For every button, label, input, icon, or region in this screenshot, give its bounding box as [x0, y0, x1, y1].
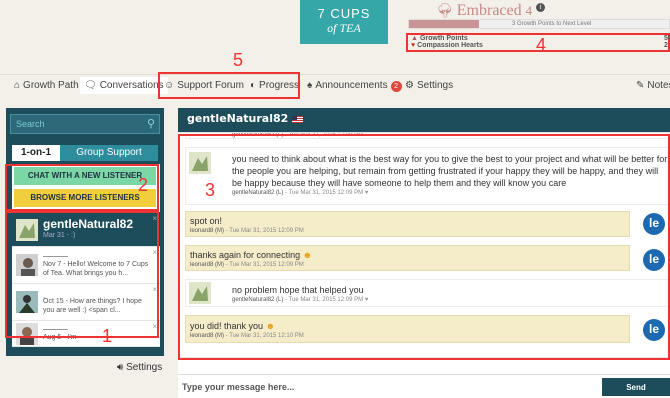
tab-group-support[interactable]: Group Support	[60, 145, 158, 161]
heart-icon: ♥	[411, 42, 416, 49]
title-text: gentleNatural82	[187, 112, 289, 125]
annotation-4: 4	[536, 35, 547, 55]
bell-icon: ♠	[307, 80, 313, 91]
composer: Send	[178, 374, 670, 398]
tree-icon: 🌳︎	[436, 4, 454, 19]
search-box: ⚲	[10, 114, 160, 134]
logo[interactable]: 7 CUPS of TEA	[300, 0, 388, 44]
rank-level: 4	[525, 3, 533, 18]
stat-value: 50	[664, 35, 670, 42]
gear-icon: ⚙	[405, 80, 414, 91]
growth-progress-bar: 3 Growth Points to Next Level	[408, 19, 670, 29]
annotation-2: 2	[138, 175, 149, 195]
annotation-box-3	[178, 134, 670, 360]
nav-growth-path[interactable]: ⌂ Growth Path	[14, 80, 79, 91]
nav-label: Conversations	[99, 80, 164, 91]
stat-growth-points: ▲ Growth Points 50	[411, 35, 670, 42]
logo-line2: of TEA	[327, 21, 361, 35]
annotation-3: 3	[205, 180, 216, 200]
growth-progress-fill	[409, 20, 480, 28]
nav-conversations[interactable]: 🗨︎ Conversations	[80, 77, 168, 94]
info-icon[interactable]: i	[536, 2, 546, 12]
us-flag-icon	[292, 115, 304, 123]
speaker-icon: 🔊︎	[117, 362, 124, 373]
nav-label: Settings	[416, 80, 454, 91]
conversation-tabs: 1-on-1 Group Support	[12, 145, 160, 161]
nav-label: Growth Path	[23, 80, 79, 91]
stat-compassion-hearts: ♥ Compassion Hearts 2	[411, 42, 668, 49]
rank-name: Embraced	[456, 2, 522, 19]
main-nav: ⌂ Growth Path 🗨︎ Conversations ☺ Support Fo…	[0, 74, 670, 98]
annotation-box-2	[5, 164, 159, 211]
annotation-1: 1	[102, 326, 113, 346]
message-input[interactable]	[178, 378, 602, 396]
pencil-icon: ✎	[636, 80, 645, 91]
home-icon: ⌂	[14, 80, 21, 91]
growth-progress-text: 3 Growth Points to Next Level	[512, 21, 592, 27]
conversation-title: gentleNatural82	[187, 112, 304, 125]
stat-value: 2	[664, 42, 668, 49]
annotation-box-5	[158, 72, 300, 99]
nav-notes[interactable]: ✎Notes	[636, 80, 670, 91]
annotation-box-1	[5, 211, 159, 338]
rank-title: 🌳︎ Embraced 4 i	[436, 2, 546, 20]
tab-one-on-one[interactable]: 1-on-1	[12, 145, 60, 161]
chat-icon: 🗨︎	[84, 80, 97, 91]
announcements-badge: 2	[390, 81, 402, 92]
search-input[interactable]	[11, 115, 141, 133]
annotation-5: 5	[233, 50, 244, 70]
nav-label: Notes	[647, 80, 670, 91]
stat-label: Growth Points	[419, 35, 468, 42]
sidebar-settings-link[interactable]: 🔊︎ Settings	[117, 362, 162, 373]
tree-small-icon: ▲	[411, 35, 418, 42]
nav-label: Announcements	[315, 80, 388, 91]
logo-line1: 7 CUPS	[317, 6, 371, 21]
send-button[interactable]: Send	[602, 378, 670, 396]
settings-label: Settings	[126, 362, 163, 373]
nav-announcements[interactable]: ♠ Announcements 2	[307, 80, 402, 92]
nav-settings[interactable]: ⚙ Settings	[405, 80, 453, 91]
search-icon[interactable]: ⚲	[147, 117, 155, 130]
conversation-header: gentleNatural82	[178, 108, 670, 132]
stat-label: Compassion Hearts	[417, 42, 483, 49]
header: 7 CUPS of TEA 🌳︎ Embraced 4 i 3 Growth Po…	[0, 0, 670, 76]
